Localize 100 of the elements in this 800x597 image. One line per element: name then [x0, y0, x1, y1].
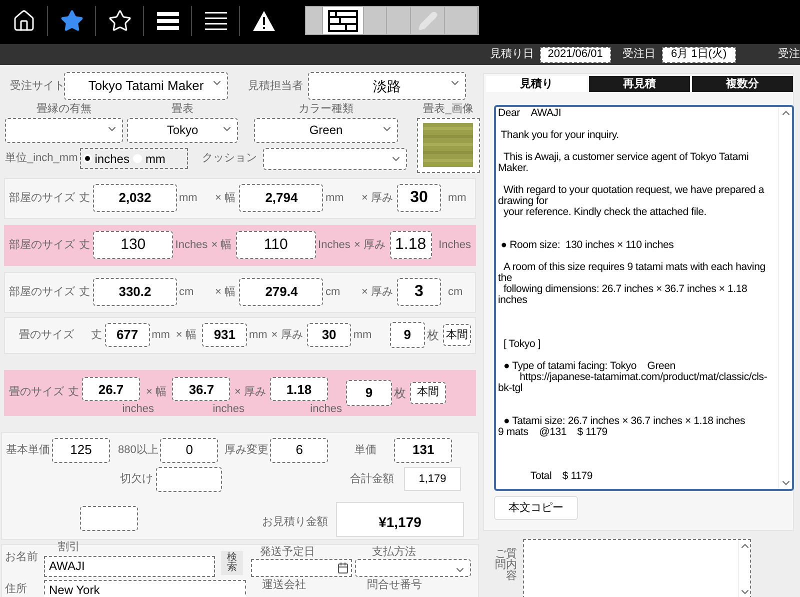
field-label: ご質問内容 — [494, 549, 517, 584]
address-field[interactable]: New York — [44, 580, 246, 597]
field-label: 切欠け — [120, 472, 153, 487]
dropdown[interactable]: 淡路 — [308, 72, 466, 100]
field-label: 基本単価 — [6, 442, 50, 458]
field-label: 部屋のサイズ — [9, 284, 75, 300]
field-label: mm — [325, 190, 345, 206]
text-field[interactable]: 1.18 — [390, 231, 432, 259]
text-field[interactable]: 125 — [52, 438, 110, 462]
radio-option[interactable]: mm — [133, 150, 166, 168]
text-field[interactable]: 130 — [93, 231, 174, 259]
field-label: mm — [248, 328, 268, 343]
field-label: × 厚み — [354, 238, 386, 253]
date-field[interactable]: 6月 1日(火) — [662, 46, 736, 62]
tab[interactable]: 再見積 — [589, 76, 690, 92]
field-label: 枚 — [394, 384, 406, 402]
dropdown[interactable]: Green — [254, 118, 398, 142]
field-label: 合計金額 — [350, 472, 394, 487]
field-label: 丈 — [79, 238, 90, 253]
field-label: × 厚み — [234, 385, 266, 400]
field-label: Inches — [438, 238, 471, 253]
tab[interactable]: 見積り — [486, 76, 587, 92]
dropdown[interactable]: Tokyo Tatami Maker — [64, 72, 228, 100]
field-label: 見積担当者 — [248, 78, 304, 94]
field-label: cm — [448, 284, 463, 300]
field-label: mm — [179, 190, 198, 206]
field-label: Inches — [318, 238, 350, 253]
field-label: 丈 — [68, 385, 79, 400]
text-field[interactable]: 131 — [394, 438, 452, 462]
field-label: 丈 — [79, 284, 90, 300]
field-label: inches — [310, 402, 342, 418]
field-label: mm — [152, 328, 170, 343]
field-label: × 厚み — [361, 284, 393, 300]
tab[interactable]: 複数分 — [692, 76, 793, 92]
text-field[interactable]: 1.18 — [270, 377, 328, 402]
field-label: 畳のサイズ — [9, 385, 64, 400]
search-button[interactable]: 検索 — [221, 550, 243, 574]
field-label: × 幅 — [176, 328, 196, 343]
field-label: クッション — [202, 151, 257, 166]
field-label: × 厚み — [361, 190, 393, 206]
text-field[interactable]: 2,032 — [93, 184, 177, 212]
field-label: 支払方法 — [372, 546, 416, 558]
text-field[interactable]: 9 — [346, 380, 392, 406]
dropdown[interactable]: Tokyo — [127, 118, 238, 142]
field-label: × 厚み — [271, 328, 303, 343]
field-label: × 幅 — [215, 284, 236, 300]
text-field[interactable]: 677 — [105, 323, 150, 347]
radio-option[interactable]: inches — [82, 150, 130, 168]
field-label: 枚 — [427, 327, 440, 344]
field-label: × 幅 — [146, 385, 166, 400]
field-label: 住所 — [5, 582, 27, 594]
text-field[interactable]: 36.7 — [172, 377, 230, 402]
field-label: 問合せ番号 — [367, 578, 422, 590]
field-label: inches — [122, 402, 154, 418]
room-type-button[interactable]: 本間 — [443, 324, 471, 346]
field-label: 受注サイト — [10, 78, 64, 94]
field-label: Inches — [175, 238, 208, 253]
field-label: カラー種類 — [298, 102, 354, 117]
field-label: × 幅 — [211, 238, 232, 253]
field-label: mm — [353, 328, 372, 343]
text-field[interactable]: 30 — [396, 184, 441, 212]
text-field[interactable]: 931 — [202, 323, 247, 347]
total-field: 1,179 — [404, 467, 461, 491]
field-label: 単位_inch_mm — [5, 151, 78, 166]
date-label: 受注 — [778, 46, 800, 62]
message-text: Dear AWAJI Thank you for your inquiry. This is Awaji, a customer service agent of Tokyo Tatami Maker. With regard to your quotation request, we have prepared a drawing for your reference. Kindly check the attached file. ● Room size: 130 inches × 110 inches A room of this size requires 9 tatami mats with each having the following dimensions: 26.7 inches × 36.7 inches × 1.18 inches [ Tokyo ] ● Type of tatami facing: Tokyo Green https://japanese-tatamimat.com/product/mat/classic/cls-bk-tgl ● Tatami size: 26.7 inches × 36.7 inches × 1.18 inches 9 mats @131 $ 1179 Total $ 1179 — [498, 107, 768, 482]
field-label: 厚み変更 — [224, 442, 268, 458]
text-field[interactable]: 110 — [236, 231, 316, 259]
field-label: 部屋のサイズ — [9, 238, 75, 253]
room-type-button[interactable]: 本間 — [410, 382, 446, 404]
field-label: inches — [212, 402, 244, 418]
text-field[interactable]: 6 — [270, 438, 328, 462]
field-label: 発送予定日 — [260, 546, 315, 558]
field-label: cm — [325, 284, 342, 300]
field-label: 丈 — [79, 190, 90, 206]
field-label: mm — [448, 190, 466, 206]
field-label: cm — [179, 284, 195, 300]
text-field[interactable]: 30 — [306, 323, 352, 347]
quote-amount-field: ¥1,179 — [336, 502, 464, 536]
field-label: × 幅 — [215, 190, 236, 206]
text-field[interactable]: 330.2 — [93, 278, 177, 306]
field-label: 畳縁の有無 — [36, 102, 92, 117]
field-label: お見積り金額 — [262, 514, 328, 530]
text-field[interactable]: 2,794 — [239, 184, 324, 212]
field-label: 運送会社 — [262, 578, 306, 590]
text-field[interactable]: 26.7 — [82, 377, 140, 402]
date-label: 見積り日 — [490, 47, 534, 62]
text-field[interactable]: 0 — [160, 438, 218, 462]
field-label: 畳表_画像 — [423, 102, 474, 117]
text-field[interactable]: 3 — [396, 278, 441, 306]
name-field[interactable]: AWAJI — [44, 556, 215, 576]
date-label: 受注日 — [622, 46, 656, 62]
field-label: お名前 — [5, 550, 38, 562]
copy-text-button[interactable]: 本文コピー — [494, 496, 578, 520]
text-field[interactable]: 279.4 — [239, 278, 324, 306]
field-label: 畳表 — [172, 102, 194, 117]
text-field[interactable]: 9 — [390, 322, 426, 348]
field-label: 880以上 — [118, 442, 158, 458]
date-field[interactable]: 2021/06/01 — [540, 46, 611, 62]
field-label: 丈 — [91, 328, 102, 343]
